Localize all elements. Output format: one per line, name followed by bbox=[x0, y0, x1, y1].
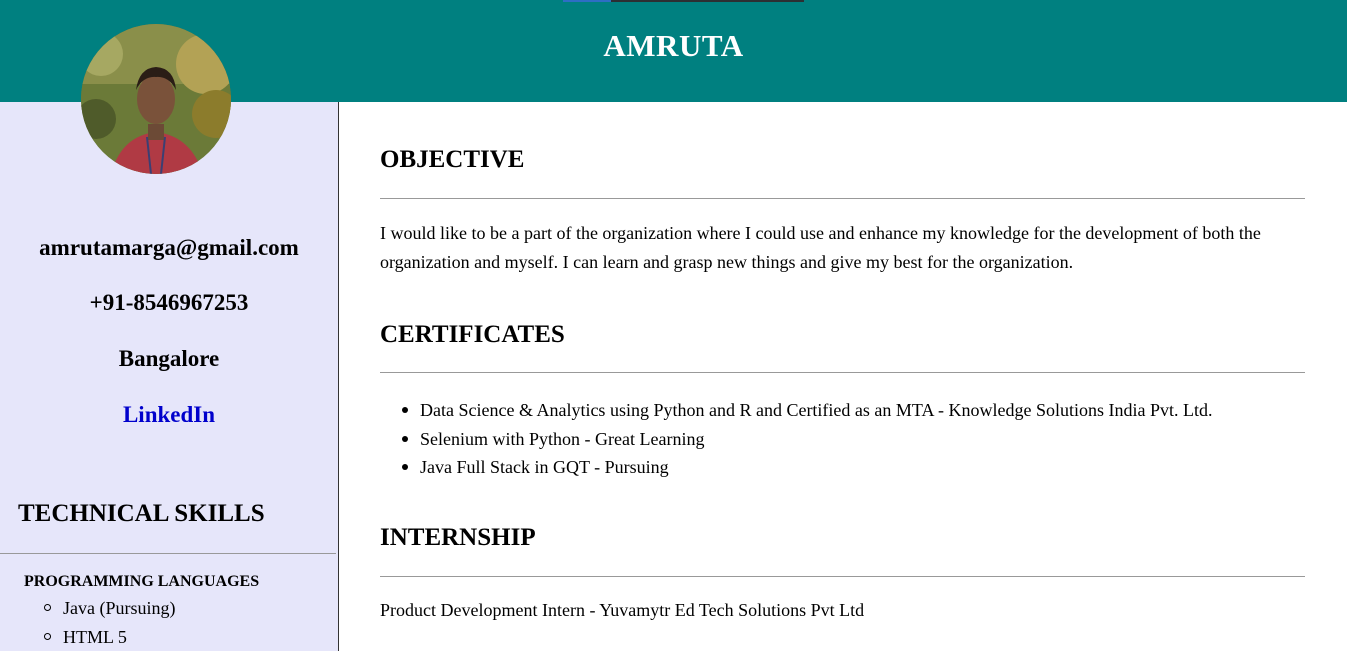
objective-heading: OBJECTIVE bbox=[380, 146, 525, 173]
top-scrollbar-strip bbox=[563, 0, 804, 2]
technical-skills-heading: TECHNICAL SKILLS bbox=[18, 500, 265, 527]
skill-item: HTML 5 bbox=[44, 627, 127, 648]
certificates-heading: CERTIFICATES bbox=[380, 321, 565, 348]
circle-bullet-icon bbox=[44, 633, 51, 641]
internship-text: Product Development Intern - Yuvamytr Ed… bbox=[380, 600, 865, 620]
list-item: Data Science & Analytics using Python an… bbox=[380, 396, 1212, 425]
list-item: Selenium with Python - Great Learning bbox=[380, 425, 1212, 454]
programming-languages-heading: PROGRAMMING LANGUAGES bbox=[24, 573, 260, 590]
certificates-divider bbox=[380, 372, 1305, 373]
linkedin-link[interactable]: LinkedIn bbox=[0, 402, 338, 428]
objective-divider bbox=[380, 198, 1305, 199]
internship-divider bbox=[380, 576, 1305, 577]
list-item: Java Full Stack in GQT - Pursuing bbox=[380, 453, 1212, 482]
skills-divider bbox=[0, 553, 336, 554]
internship-heading: INTERNSHIP bbox=[380, 524, 536, 551]
profile-photo bbox=[81, 24, 231, 174]
circle-bullet-icon bbox=[44, 604, 51, 612]
phone-text: +91-8546967253 bbox=[89, 290, 249, 315]
objective-text: I would like to be a part of the organiz… bbox=[380, 223, 1261, 272]
email-text: amrutamarga@gmail.com bbox=[39, 235, 299, 260]
certificates-list: Data Science & Analytics using Python an… bbox=[380, 396, 1212, 482]
city-text: Bangalore bbox=[118, 346, 220, 371]
skill-item: Java (Pursuing) bbox=[44, 598, 175, 619]
sidebar bbox=[0, 102, 339, 651]
